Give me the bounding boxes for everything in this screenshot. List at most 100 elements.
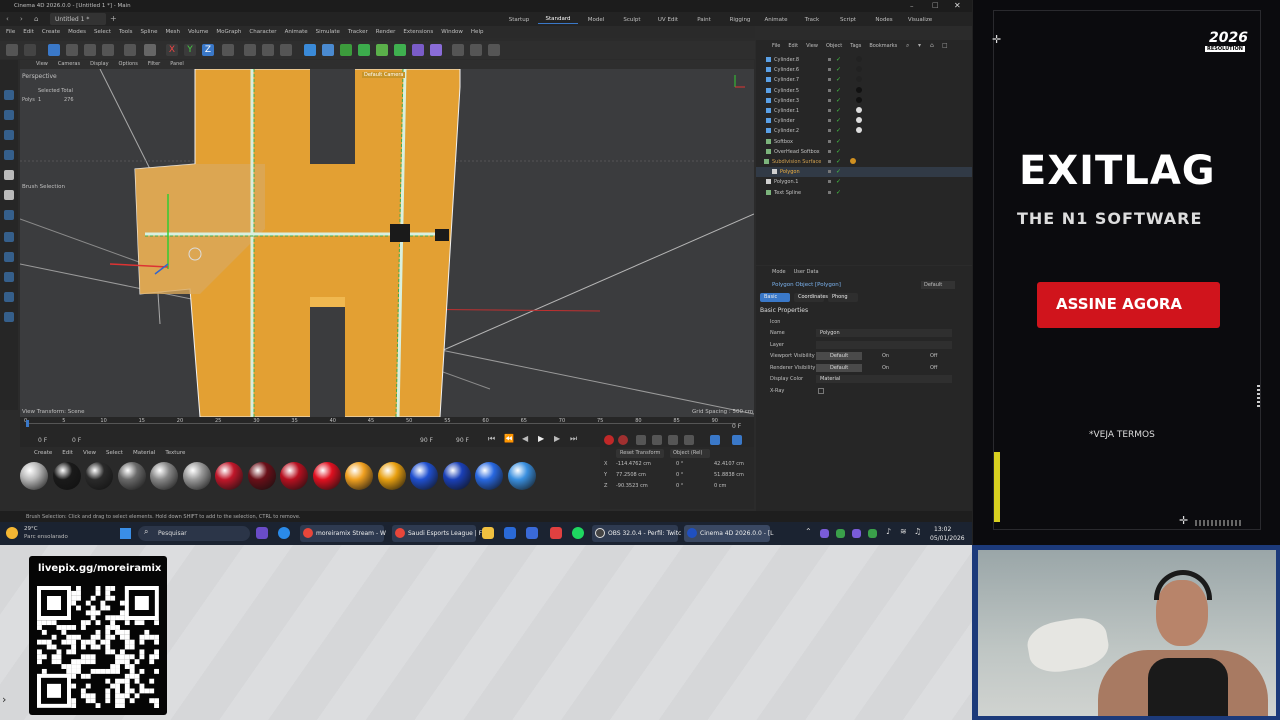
tray-app-icon[interactable] [836, 529, 845, 538]
object-menu-item[interactable]: Bookmarks [869, 43, 897, 49]
object-row[interactable]: Subdivision Surface ✓ [756, 157, 972, 167]
menu-item[interactable]: Volume [188, 29, 208, 35]
check-icon[interactable]: ✓ [836, 168, 841, 175]
check-icon[interactable]: ✓ [836, 158, 841, 165]
lock-icon[interactable] [4, 292, 14, 302]
windows-start-icon[interactable] [120, 528, 131, 539]
3d-viewport[interactable]: Perspective Selected Total Polys 1 276 D… [20, 69, 754, 417]
model-mode-icon[interactable] [4, 170, 14, 180]
attr-tab[interactable]: Coordinates [794, 293, 828, 302]
check-icon[interactable]: ✓ [836, 178, 841, 185]
param-key-icon[interactable] [710, 435, 720, 445]
object-mode-icon[interactable] [4, 190, 14, 200]
check-icon[interactable]: ✓ [836, 127, 841, 134]
start-frame[interactable]: 0 F [38, 437, 47, 444]
object-row[interactable]: Cylinder.3 ✓ [756, 96, 972, 106]
visibility-dot-icon[interactable] [828, 119, 831, 123]
file-explorer-icon[interactable] [482, 527, 494, 539]
material-swatch[interactable] [345, 462, 373, 490]
attr-on[interactable]: On [882, 353, 889, 359]
material-tag-icon[interactable] [856, 56, 862, 62]
visibility-dot-icon[interactable] [828, 88, 831, 92]
coord-position[interactable]: -90.3523 cm [616, 483, 648, 489]
task-app-4[interactable]: Cinema 4D 2026.0.0 - [L [684, 525, 774, 542]
attr-value-field[interactable]: Material [816, 375, 952, 383]
axis-mode-icon[interactable] [4, 210, 14, 220]
layout-tab[interactable]: Sculpt [614, 16, 650, 24]
object-menu-item[interactable]: Object [826, 43, 842, 49]
check-icon[interactable]: ✓ [836, 117, 841, 124]
material-tag-icon[interactable] [856, 96, 862, 103]
edges-mode-icon[interactable] [4, 110, 14, 120]
attr-tab[interactable]: Phong [828, 293, 858, 302]
material-tag-icon[interactable] [856, 86, 862, 93]
search-icon[interactable]: ⌕ [906, 42, 909, 50]
recent-tool-icon[interactable] [124, 44, 136, 56]
object-menu-item[interactable]: View [806, 43, 818, 49]
layout-tab[interactable]: Script [830, 16, 866, 24]
menu-item[interactable]: Render [376, 29, 396, 35]
visibility-dot-icon[interactable] [828, 190, 831, 194]
search-box[interactable]: ⌕ Pesquisar [138, 526, 250, 541]
material-menu-item[interactable]: Material [133, 450, 155, 456]
visibility-dot-icon[interactable] [828, 68, 831, 72]
object-menu-item[interactable]: Edit [788, 43, 798, 49]
spline-pen-icon[interactable] [322, 44, 334, 56]
material-swatch[interactable] [280, 462, 308, 490]
material-swatch[interactable] [20, 462, 48, 490]
material-tag-icon[interactable] [850, 158, 856, 164]
menu-item[interactable]: Animate [285, 29, 308, 35]
camera-icon[interactable] [470, 44, 482, 56]
points-mode-icon[interactable] [4, 90, 14, 100]
coord-rotation[interactable]: 0 ° [676, 483, 683, 489]
new-tab-icon[interactable]: + [110, 14, 117, 23]
move-key-icon[interactable] [652, 435, 662, 445]
attr-value-field[interactable]: Default [816, 352, 862, 360]
subscribe-button[interactable]: ASSINE AGORA [1037, 282, 1220, 328]
check-icon[interactable]: ✓ [836, 87, 841, 94]
menu-item[interactable]: Modes [68, 29, 86, 35]
layout-tab[interactable]: Standard [538, 15, 578, 24]
task-app-3[interactable]: OBS 32.0.4 - Perfil: Twitc [592, 525, 681, 542]
viewport-menu-item[interactable]: Cameras [58, 61, 80, 67]
render-picture-icon[interactable] [262, 44, 274, 56]
icon-section[interactable]: Icon [770, 319, 780, 325]
visibility-dot-icon[interactable] [828, 180, 831, 184]
viewport-menu-item[interactable]: Filter [148, 61, 160, 67]
material-swatch[interactable] [247, 462, 276, 490]
layout-tab[interactable]: Nodes [866, 16, 902, 24]
task-app-1[interactable]: moreiramix Stream - W [300, 525, 386, 542]
scene-icon[interactable] [430, 44, 442, 56]
attr-tab[interactable]: Basic [760, 293, 790, 302]
doc-tab[interactable]: Untitled 1 * [50, 13, 106, 25]
visibility-dot-icon[interactable] [828, 129, 831, 133]
tray-app-icon[interactable] [868, 529, 877, 538]
check-icon[interactable]: ✓ [836, 107, 841, 114]
end-frame-b[interactable]: 90 F [456, 437, 469, 444]
menu-item[interactable]: Simulate [316, 29, 340, 35]
visibility-dot-icon[interactable] [828, 160, 831, 163]
attr-off[interactable]: Off [930, 365, 937, 371]
spotify-icon[interactable] [572, 527, 584, 539]
rotate-tool-icon[interactable] [102, 44, 114, 56]
check-icon[interactable]: ✓ [836, 138, 841, 145]
check-icon[interactable]: ✓ [836, 76, 841, 83]
attr-value-field[interactable] [816, 340, 952, 349]
coord-position[interactable]: 77.2508 cm [616, 472, 646, 478]
object-row[interactable]: Cylinder.2 ✓ [756, 126, 972, 136]
coord-rotation[interactable]: 0 ° [676, 472, 683, 478]
check-icon[interactable]: ✓ [836, 97, 841, 104]
edge-icon[interactable] [278, 527, 290, 539]
check-icon[interactable]: ✓ [836, 56, 841, 63]
material-menu-item[interactable]: Texture [165, 450, 185, 456]
snap-icon[interactable] [4, 232, 14, 242]
object-row[interactable]: Cylinder.5 ✓ [756, 86, 972, 96]
layout-tab[interactable]: Animate [758, 16, 794, 24]
object-row[interactable]: OverHead Softbox ✓ [756, 147, 972, 157]
volume-icon[interactable]: ♫ [914, 527, 921, 536]
z-axis-icon[interactable]: Z [202, 44, 214, 56]
autokey-icon[interactable] [618, 435, 628, 445]
cloner-icon[interactable] [376, 44, 388, 56]
attr-off[interactable]: Off [930, 353, 937, 359]
store-icon[interactable] [526, 527, 538, 539]
